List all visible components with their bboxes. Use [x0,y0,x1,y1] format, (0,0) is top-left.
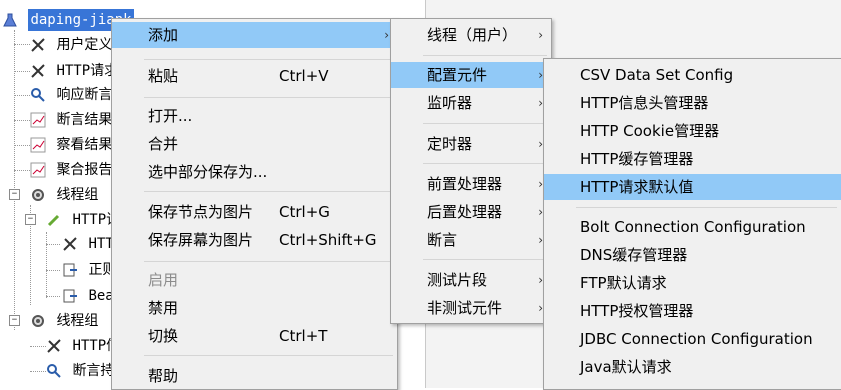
shortcut: Ctrl+Shift+G [279,231,377,249]
tree-item-beanshell[interactable]: Bea [62,285,114,307]
submenu-item-listener[interactable]: 监听器 › [391,90,551,116]
tree-item-assertion-results[interactable]: 断言结果 [30,109,112,131]
tree-item-aggregate-report[interactable]: 聚合报告 [30,159,112,181]
tree-item-http-sampler[interactable]: HTTP请 [46,209,120,231]
submenu-item-test-fragment[interactable]: 测试片段 › [391,267,551,293]
tools-icon [30,63,46,79]
shortcut: Ctrl+T [279,327,328,345]
tools-icon [62,236,78,252]
chevron-right-icon: › [384,28,389,42]
config-item-http-request-defaults[interactable]: HTTP请求默认值 [544,174,841,200]
tools-icon [30,37,46,53]
tools-icon [46,338,62,354]
magnifier-icon [30,87,46,103]
menu-item-enable[interactable]: 启用 [112,267,397,293]
config-item-dns-cache-manager[interactable]: DNS缓存管理器 [544,242,841,268]
shortcut: Ctrl+V [279,67,329,85]
tree-item-regex[interactable]: 正则 [62,259,116,281]
extractor-icon [62,288,78,304]
config-element-submenu: CSV Data Set Config HTTP信息头管理器 HTTP Cook… [543,58,841,390]
menu-item-save-screen-image[interactable]: 保存屏幕为图片 Ctrl+Shift+G [112,227,397,253]
submenu-item-pre-processor[interactable]: 前置处理器 › [391,171,551,197]
shortcut: Ctrl+G [279,203,330,221]
menu-item-help[interactable]: 帮助 [112,363,397,389]
submenu-item-assertion[interactable]: 断言 › [391,227,551,253]
config-item-bolt-connection[interactable]: Bolt Connection Configuration [544,214,841,240]
tree-item-response-assertion[interactable]: 响应断言 [30,84,112,106]
submenu-item-post-processor[interactable]: 后置处理器 › [391,199,551,225]
submenu-item-config-element[interactable]: 配置元件 › [391,62,551,88]
config-item-java-defaults[interactable]: Java默认请求 [544,354,841,380]
collapse-toggle[interactable]: − [9,189,20,200]
collapse-toggle[interactable]: − [25,214,36,225]
config-item-ftp-defaults[interactable]: FTP默认请求 [544,270,841,296]
config-item-http-cache-manager[interactable]: HTTP缓存管理器 [544,146,841,172]
chart-icon [30,137,46,153]
menu-item-save-node-image[interactable]: 保存节点为图片 Ctrl+G [112,199,397,225]
tree-item-view-results[interactable]: 察看结果 [30,134,112,156]
gear-icon [30,313,46,329]
submenu-item-threads[interactable]: 线程（用户） › [391,22,551,48]
menu-item-paste[interactable]: 粘贴 Ctrl+V [112,63,397,89]
gear-icon [30,187,46,203]
submenu-item-timer[interactable]: 定时器 › [391,131,551,157]
tree-item-thread-group-2[interactable]: 线程组 [30,310,98,332]
magnifier-icon [46,363,62,379]
config-item-http-cookie-manager[interactable]: HTTP Cookie管理器 [544,118,841,144]
config-item-http-auth-manager[interactable]: HTTP授权管理器 [544,298,841,324]
extractor-icon [62,262,78,278]
tree-item-user-defined[interactable]: 用户定义 [30,34,112,56]
config-item-csv-data-set[interactable]: CSV Data Set Config [544,62,841,88]
tree-item-assertion-2[interactable]: 断言持 [46,360,114,382]
menu-item-toggle[interactable]: 切换 Ctrl+T [112,323,397,349]
config-item-jdbc-connection[interactable]: JDBC Connection Configuration [544,326,841,352]
tree-item-http-request[interactable]: HTTP请求 [30,60,118,82]
pipette-icon [46,212,62,228]
menu-item-save-selection[interactable]: 选中部分保存为... [112,159,397,185]
chevron-right-icon: › [538,28,543,42]
add-submenu: 线程（用户） › 配置元件 › 监听器 › 定时器 › 前置处理器 › 后置处理… [390,18,552,324]
menu-item-disable[interactable]: 禁用 [112,295,397,321]
chart-icon [30,162,46,178]
menu-item-add[interactable]: 添加 › [112,22,397,48]
chart-icon [30,112,46,128]
test-plan-flask-icon [2,12,18,28]
submenu-item-non-test-element[interactable]: 非测试元件 › [391,295,551,321]
context-menu: 添加 › 粘贴 Ctrl+V 打开... 合并 选中部分保存为... 保存节点为… [111,18,398,390]
tree-item-thread-group-1[interactable]: 线程组 [30,184,98,206]
menu-item-merge[interactable]: 合并 [112,131,397,157]
config-item-http-header-manager[interactable]: HTTP信息头管理器 [544,90,841,116]
collapse-toggle[interactable]: − [9,315,20,326]
menu-item-open[interactable]: 打开... [112,103,397,129]
